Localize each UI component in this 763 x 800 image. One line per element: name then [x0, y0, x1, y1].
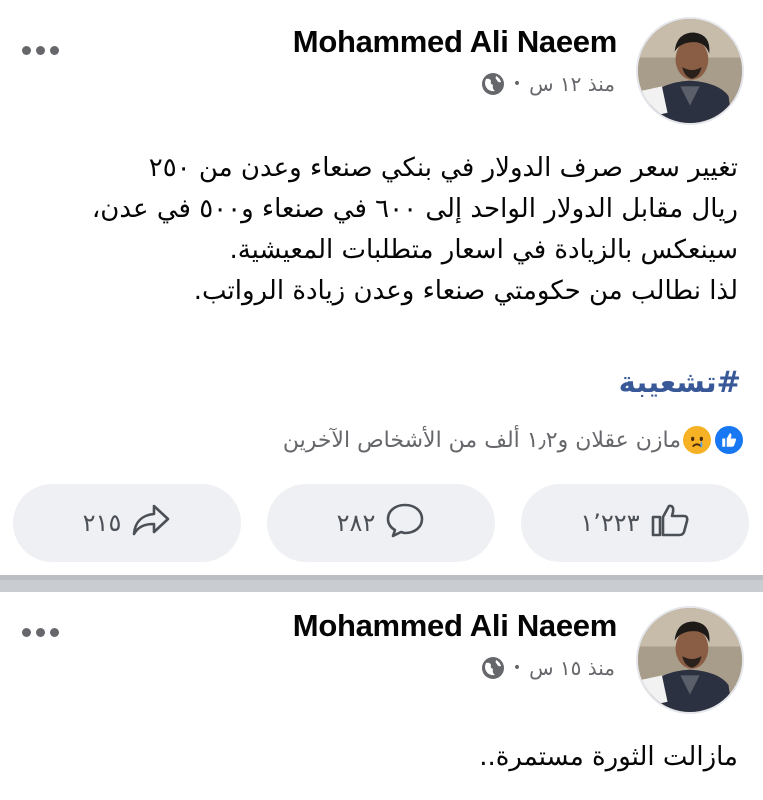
post-meta: منذ ١٥ س • — [481, 656, 615, 680]
share-count: ٢١٥ — [82, 509, 122, 537]
comment-button[interactable]: ٢٨٢ — [267, 484, 495, 562]
like-icon — [713, 424, 745, 456]
like-button[interactable]: ١٬٢٢٣ — [521, 484, 749, 562]
more-options-icon[interactable] — [22, 628, 59, 637]
post-text-line: ريال مقابل الدولار الواحد إلى ٦٠٠ في صنع… — [91, 194, 738, 224]
post-text: تغيير سعر صرف الدولار في بنكي صنعاء وعدن… — [28, 148, 738, 312]
reactions-summary[interactable]: مازن عقلان و١٫٢ ألف من الأشخاص الآخرين — [283, 424, 745, 456]
globe-icon — [481, 656, 505, 680]
comment-icon — [385, 502, 425, 544]
share-button[interactable]: ٢١٥ — [13, 484, 241, 562]
separator-dot: • — [512, 76, 522, 92]
share-icon — [131, 502, 171, 544]
author-avatar[interactable] — [636, 606, 744, 714]
reaction-icons — [681, 424, 745, 456]
post-divider — [0, 575, 763, 592]
author-avatar[interactable] — [636, 17, 744, 125]
sad-icon — [681, 424, 713, 456]
post-text-line: لذا نطالب من حكومتي صنعاء وعدن زيادة الر… — [193, 276, 738, 306]
thumbs-up-icon — [650, 502, 690, 544]
comment-count: ٢٨٢ — [336, 509, 376, 537]
more-options-icon[interactable] — [22, 46, 59, 55]
author-name[interactable]: Mohammed Ali Naeem — [293, 24, 618, 60]
post-1: Mohammed Ali Naeem منذ ١٢ س • تغيير سعر … — [0, 0, 763, 575]
like-count: ١٬٢٢٣ — [580, 509, 640, 537]
post-text-line: مازالت الثورة مستمرة.. — [479, 742, 738, 772]
separator-dot: • — [512, 660, 522, 676]
hashtag-link[interactable]: #تشعيبة — [619, 365, 741, 399]
post-2: Mohammed Ali Naeem منذ ١٥ س • مازالت الث… — [0, 592, 763, 800]
post-meta: منذ ١٢ س • — [481, 72, 615, 96]
post-time[interactable]: منذ ١٢ س — [529, 72, 615, 96]
post-time[interactable]: منذ ١٥ س — [529, 656, 615, 680]
post-text: مازالت الثورة مستمرة.. — [28, 737, 738, 778]
post-text-line: سينعكس بالزيادة في اسعار متطلبات المعيشي… — [229, 235, 738, 265]
author-name[interactable]: Mohammed Ali Naeem — [293, 608, 618, 644]
reactions-text: مازن عقلان و١٫٢ ألف من الأشخاص الآخرين — [282, 427, 681, 453]
post-text-line: تغيير سعر صرف الدولار في بنكي صنعاء وعدن… — [148, 153, 738, 183]
globe-icon — [481, 72, 505, 96]
